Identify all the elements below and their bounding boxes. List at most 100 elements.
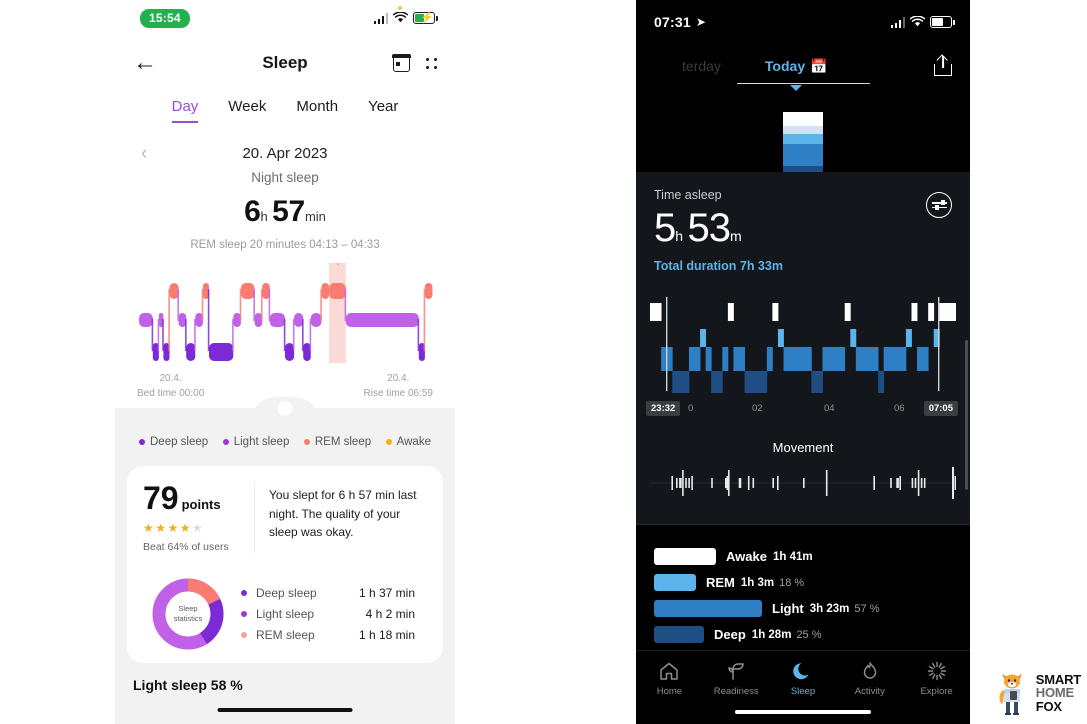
wifi-icon <box>393 12 408 23</box>
watermark-text: SMART HOME FOX <box>1035 672 1081 714</box>
nav-item-home[interactable]: Home <box>636 659 703 697</box>
left-app-bar: ← Sleep <box>115 34 455 92</box>
tab-day[interactable]: Day <box>171 98 199 123</box>
calendar-icon[interactable] <box>392 53 411 72</box>
tab-month[interactable]: Month <box>296 98 338 123</box>
more-options-icon[interactable] <box>426 57 437 69</box>
mini-summary-bar[interactable] <box>636 88 970 172</box>
sleep-stages-chart[interactable] <box>636 287 970 400</box>
moon-icon <box>770 659 837 683</box>
legend-row-deep: Deep 1h 28m 25 % <box>654 626 952 643</box>
previous-day-button[interactable]: ‹ <box>141 144 147 163</box>
tab-week[interactable]: Week <box>228 98 266 123</box>
legend-row-light: Light 3h 23m 57 % <box>654 600 952 617</box>
tab-underline <box>736 82 870 84</box>
star-rating: ★★★★★ <box>143 521 205 535</box>
nav-item-readiness[interactable]: Readiness <box>703 659 770 697</box>
sleep-score-card: 79 points ★★★★★ Beat 64% of users You sle… <box>127 466 443 663</box>
risetime-label: Rise time 06:59 <box>363 387 433 399</box>
movement-svg <box>650 467 957 499</box>
sun-burst-icon <box>903 659 970 683</box>
movement-chart[interactable] <box>636 461 970 524</box>
home-indicator <box>217 708 353 712</box>
stacked-mini-bar <box>783 112 823 172</box>
breakdown-row-rem: REM sleep 1 h 18 min <box>241 628 427 642</box>
right-phone-oura: 07:31 ➤ terday Today 📅 Time asleep 5h 53… <box>636 0 970 724</box>
hypnogram-svg <box>139 263 433 363</box>
rem-tooltip-label: REM sleep 20 minutes 04:13 – 04:33 <box>190 239 380 251</box>
beat-users-label: Beat 64% of users <box>143 541 229 553</box>
axis-end-time: 07:05 <box>923 401 958 416</box>
screenshot-root: 15:54 ⚡ ← Sleep Day Week Month Year ‹ 20… <box>0 0 1087 724</box>
share-icon[interactable] <box>934 56 952 76</box>
wifi-icon <box>910 16 925 27</box>
duration-minutes-unit: min <box>304 209 326 224</box>
hypnogram-chart[interactable] <box>133 263 437 368</box>
total-duration-label: Total duration 7h 33m <box>654 259 783 273</box>
chevron-down-icon <box>790 84 803 91</box>
bedtime-label: Bed time 00:00 <box>137 387 205 399</box>
sleep-stages-axis: 23:32 0 02 04 06 07:05 <box>636 400 970 426</box>
sleep-type-label: Night sleep <box>251 170 319 185</box>
left-status-bar: 15:54 ⚡ <box>115 0 455 34</box>
swatch-light <box>654 600 762 617</box>
bedtime-day: 20.4. <box>159 373 182 384</box>
back-arrow-icon[interactable]: ← <box>133 51 157 75</box>
status-icons: ⚡ <box>373 5 438 24</box>
donut-center-label: Sleep statistics <box>173 604 203 623</box>
tab-yesterday[interactable]: terday <box>682 58 721 74</box>
flame-icon <box>836 659 903 683</box>
axis-tick-04: 04 <box>824 403 835 414</box>
adjust-icon[interactable] <box>926 192 952 218</box>
stage-legend: Awake 1h 41m REM 1h 3m 18 % Light 3h 23m… <box>636 525 970 658</box>
status-time: 15:54 <box>140 9 190 28</box>
date-navigator: ‹ 20. Apr 2023 <box>115 144 455 163</box>
nav-item-sleep[interactable]: Sleep <box>770 659 837 697</box>
period-tabs: Day Week Month Year <box>115 92 455 127</box>
nav-item-explore[interactable]: Explore <box>903 659 970 697</box>
legend-row-awake: Awake 1h 41m <box>654 548 952 565</box>
legend-light-sleep: Light sleep <box>222 436 289 448</box>
left-sheet: Deep sleep Light sleep REM sleep Awake 7… <box>115 397 455 724</box>
sleep-statistics-donut: Sleep statistics <box>149 575 227 653</box>
risetime-day: 20.4. <box>387 373 410 384</box>
battery-icon <box>930 16 955 28</box>
tab-year[interactable]: Year <box>368 98 398 123</box>
leaf-icon <box>703 659 770 683</box>
swatch-rem <box>654 574 696 591</box>
legend-row-rem: REM 1h 3m 18 % <box>654 574 952 591</box>
time-asleep-panel: Time asleep 5h 53m Total duration 7h 33m <box>636 172 970 287</box>
axis-start-time: 23:32 <box>646 401 681 416</box>
axis-tick-0: 0 <box>688 403 694 414</box>
battery-charging-icon: ⚡ <box>413 12 438 24</box>
duration-hours-unit: h <box>260 209 268 224</box>
movement-title: Movement <box>636 426 970 461</box>
home-indicator <box>735 710 871 714</box>
breakdown-row-deep: Deep sleep 1 h 37 min <box>241 586 427 600</box>
watermark: SMART HOME FOX <box>996 670 1081 716</box>
fox-mascot-icon <box>999 674 1022 715</box>
score-summary: You slept for 6 h 57 min last night. The… <box>269 488 417 540</box>
breakdown-row-light: Light sleep 4 h 2 min <box>241 607 427 621</box>
day-tabs: terday Today 📅 <box>636 44 970 91</box>
sleep-statistics-section: Sleep statistics Deep sleep 1 h 37 min Li… <box>143 575 427 653</box>
scrollbar[interactable] <box>965 340 968 490</box>
tab-today[interactable]: Today 📅 <box>736 57 870 91</box>
legend-rem-sleep: REM sleep <box>303 436 371 448</box>
swatch-awake <box>654 548 716 565</box>
signal-icon <box>373 5 402 24</box>
calendar-icon: 📅 <box>810 57 828 74</box>
score-value: 79 points <box>143 480 221 516</box>
score-unit: points <box>181 497 221 512</box>
nav-item-activity[interactable]: Activity <box>836 659 903 697</box>
next-section-title: Light sleep 58 % <box>133 677 243 693</box>
location-arrow-icon: ➤ <box>695 15 706 29</box>
sleep-stages-svg <box>650 297 957 393</box>
left-phone-huawei-health: 15:54 ⚡ ← Sleep Day Week Month Year ‹ 20… <box>115 0 455 724</box>
sheet-handle[interactable] <box>256 397 314 419</box>
legend-awake: Awake <box>385 436 431 448</box>
axis-tick-02: 02 <box>752 403 763 414</box>
total-sleep-duration: 6h 57min <box>115 195 455 229</box>
status-time: 07:31 <box>654 14 691 30</box>
time-asleep-label: Time asleep <box>654 188 722 202</box>
